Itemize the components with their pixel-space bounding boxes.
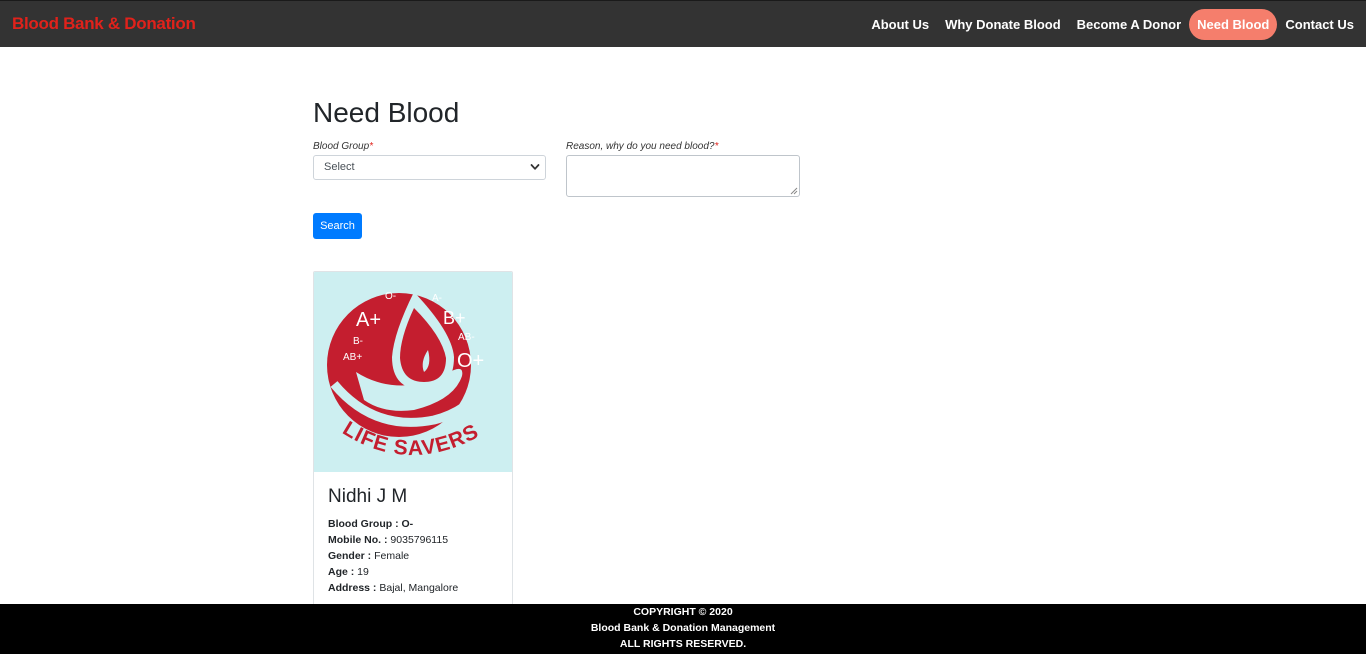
field-label: Mobile No. : <box>328 534 388 546</box>
nav-link-need-blood[interactable]: Need Blood <box>1189 9 1278 40</box>
nav-menu: About Us Why Donate Blood Become A Donor… <box>863 9 1362 40</box>
donor-age: Age : 19 <box>328 566 369 578</box>
field-label: Age : <box>328 566 355 578</box>
required-mark: * <box>714 141 719 152</box>
blood-type-a-plus: A+ <box>356 309 381 331</box>
nav-link-why-donate-blood[interactable]: Why Donate Blood <box>937 9 1069 40</box>
search-button[interactable]: Search <box>313 213 362 239</box>
resize-grip-icon[interactable] <box>790 187 798 195</box>
reason-label: Reason, why do you need blood?* <box>566 141 718 152</box>
donor-gender: Gender : Female <box>328 550 409 562</box>
blood-type-b-plus: B+ <box>443 308 466 328</box>
footer-site-name: Blood Bank & Donation Management <box>590 622 776 634</box>
required-mark: * <box>369 141 374 152</box>
blood-group-label: Blood Group* <box>313 141 373 152</box>
life-savers-logo: A+ O- A- B+ B- AB- AB+ O+ LIFE SAVERS <box>327 291 498 460</box>
footer-rights: ALL RIGHTS RESERVED. <box>619 638 747 650</box>
blood-type-b-minus: B- <box>353 336 363 347</box>
footer: COPYRIGHT © 2020 Blood Bank & Donation M… <box>0 604 1366 654</box>
donor-card: A+ O- A- B+ B- AB- AB+ O+ LIFE SAVERS Ni… <box>313 271 513 611</box>
chevron-down-icon <box>530 164 540 170</box>
field-value: 19 <box>357 566 369 578</box>
field-value: O- <box>401 518 414 530</box>
donor-blood-group: Blood Group : O- <box>328 518 413 530</box>
nav-link-about-us[interactable]: About Us <box>863 9 937 40</box>
field-label: Blood Group : <box>328 518 399 530</box>
field-value: Female <box>374 550 410 562</box>
blood-type-ab-plus: AB+ <box>343 352 362 363</box>
blood-group-selected-value: Select <box>324 161 355 173</box>
donor-address: Address : Bajal, Mangalore <box>328 582 458 594</box>
nav-link-become-a-donor[interactable]: Become A Donor <box>1069 9 1190 40</box>
blood-type-ab-minus: AB- <box>458 332 475 343</box>
blood-type-a-minus: A- <box>432 293 442 304</box>
field-value: 9035796115 <box>390 534 449 546</box>
donor-image: A+ O- A- B+ B- AB- AB+ O+ LIFE SAVERS <box>314 272 512 472</box>
reason-textarea[interactable] <box>566 155 800 197</box>
blood-group-select[interactable]: Select <box>313 155 546 180</box>
page-title: Need Blood <box>313 97 460 128</box>
footer-copyright: COPYRIGHT © 2020 <box>633 606 733 618</box>
blood-type-o-plus: O+ <box>457 350 484 372</box>
blood-group-label-text: Blood Group <box>313 141 370 152</box>
field-value: Bajal, Mangalore <box>379 582 459 594</box>
blood-type-o-minus: O- <box>385 291 396 302</box>
field-label: Address : <box>328 582 377 594</box>
reason-label-text: Reason, why do you need blood? <box>566 141 715 152</box>
navbar: Blood Bank & Donation About Us Why Donat… <box>0 0 1366 47</box>
brand-logo[interactable]: Blood Bank & Donation <box>12 14 196 34</box>
field-label: Gender : <box>328 550 372 562</box>
donor-name: Nidhi J M <box>328 486 408 507</box>
nav-link-contact-us[interactable]: Contact Us <box>1277 9 1362 40</box>
donor-mobile: Mobile No. : 9035796115 <box>328 534 448 546</box>
